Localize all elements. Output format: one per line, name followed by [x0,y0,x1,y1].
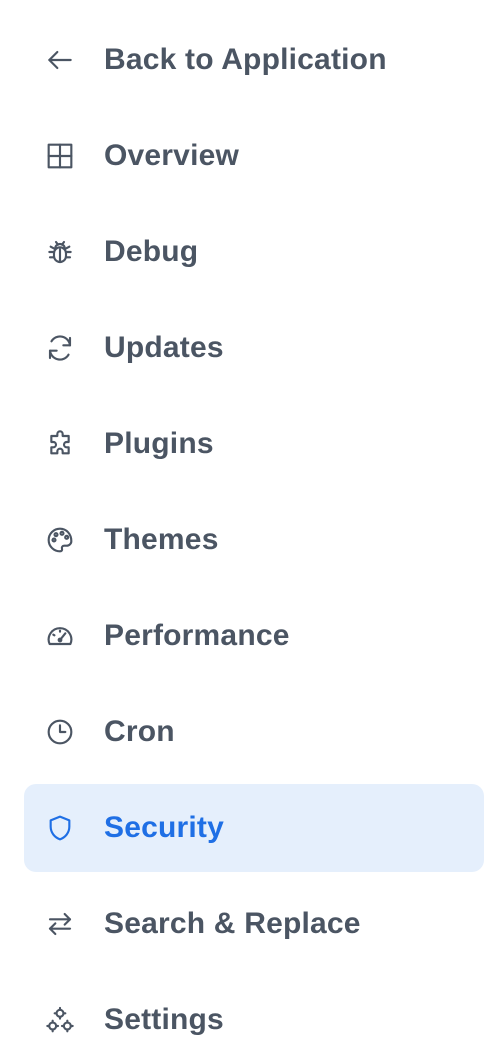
back-link-label: Back to Application [104,43,387,76]
gauge-icon [44,620,76,652]
sidebar-item-themes[interactable]: Themes [24,496,484,584]
shield-icon [44,812,76,844]
sidebar-item-label: Debug [104,235,199,268]
sidebar-item-overview[interactable]: Overview [24,112,484,200]
sidebar-item-label: Search & Replace [104,907,361,940]
sidebar-item-updates[interactable]: Updates [24,304,484,392]
cogs-icon [44,1004,76,1036]
sidebar-item-label: Performance [104,619,290,652]
bug-icon [44,236,76,268]
sidebar-item-label: Themes [104,523,219,556]
arrow-left-icon [44,44,76,76]
sidebar-item-security[interactable]: Security [24,784,484,872]
sidebar-item-plugins[interactable]: Plugins [24,400,484,488]
sidebar-item-performance[interactable]: Performance [24,592,484,680]
sidebar-item-cron[interactable]: Cron [24,688,484,776]
sidebar-item-debug[interactable]: Debug [24,208,484,296]
refresh-icon [44,332,76,364]
sidebar-item-search-replace[interactable]: Search & Replace [24,880,484,968]
arrows-swap-icon [44,908,76,940]
sidebar-item-label: Updates [104,331,224,364]
sidebar-item-label: Security [104,811,224,844]
sidebar-item-label: Cron [104,715,175,748]
sidebar-item-label: Overview [104,139,240,172]
sidebar-item-label: Plugins [104,427,214,460]
back-to-application-link[interactable]: Back to Application [24,16,484,104]
clock-icon [44,716,76,748]
grid-icon [44,140,76,172]
sidebar-item-label: Settings [104,1003,224,1036]
sidebar-item-settings[interactable]: Settings [24,976,484,1060]
puzzle-icon [44,428,76,460]
palette-icon [44,524,76,556]
sidebar-nav: Back to Application Overview Debug Updat… [0,0,502,1060]
